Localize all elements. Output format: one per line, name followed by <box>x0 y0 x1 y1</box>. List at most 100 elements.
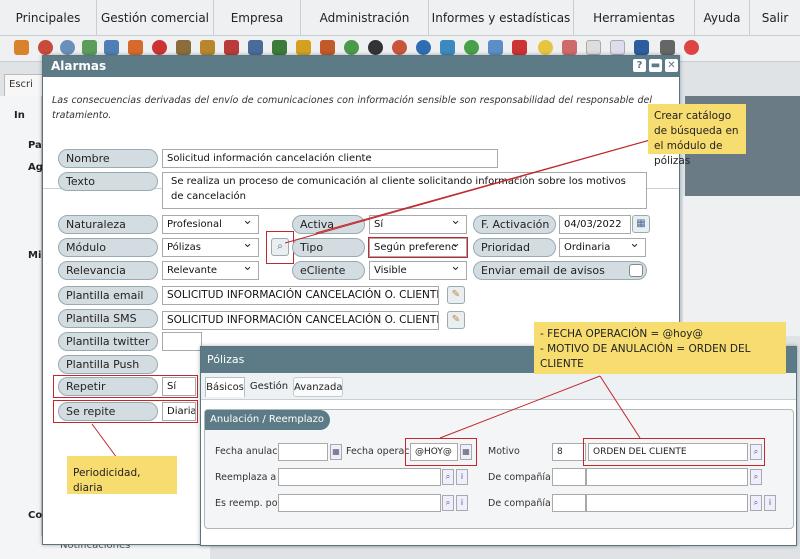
help-icon[interactable]: ? <box>633 59 646 72</box>
toolbar-icon[interactable] <box>224 40 239 55</box>
enviar-email-checkbox[interactable] <box>629 264 643 277</box>
texto-label: Texto <box>58 172 158 191</box>
tab-avanzada[interactable]: Avanzada <box>293 377 343 397</box>
search-icon[interactable]: ⌕ <box>750 495 762 511</box>
toolbar-icon[interactable] <box>128 40 143 55</box>
reemplaza-label: Reemplaza a <box>215 472 277 483</box>
naturaleza-select[interactable]: Profesional <box>162 215 259 234</box>
menu-informes[interactable]: Informes y estadísticas <box>429 0 574 36</box>
toolbar-icon[interactable] <box>14 40 29 55</box>
menu-gestion-comercial[interactable]: Gestión comercial <box>97 0 214 36</box>
toolbar-icon[interactable] <box>586 40 601 55</box>
search-icon[interactable]: ⌕ <box>442 495 454 511</box>
enviar-email-label: Enviar email de avisos <box>473 261 647 280</box>
toolbar-icon[interactable] <box>634 40 649 55</box>
nombre-field[interactable]: Solicitud información cancelación client… <box>162 149 498 168</box>
toolbar-icon[interactable] <box>296 40 311 55</box>
toolbar-icon[interactable] <box>104 40 119 55</box>
menu-principales[interactable]: Principales <box>0 0 97 36</box>
plantilla-email-field[interactable]: SOLICITUD INFORMACIÓN CANCELACIÓN O. CLI… <box>162 286 439 305</box>
toolbar-icon[interactable] <box>562 40 577 55</box>
menu-herramientas[interactable]: Herramientas <box>574 0 695 36</box>
tipo-label: Tipo <box>292 238 365 257</box>
toolbar-icon[interactable] <box>464 40 479 55</box>
menu-salir[interactable]: Salir <box>750 0 800 36</box>
es-reemp-field[interactable] <box>278 494 441 512</box>
menu-administracion[interactable]: Administración <box>301 0 429 36</box>
toolbar-icon[interactable] <box>38 40 53 55</box>
compania-field[interactable] <box>586 468 748 486</box>
callout-periodicidad: Periodicidad, diaria <box>67 456 177 494</box>
toolbar-icon[interactable] <box>660 40 675 55</box>
menu-empresa[interactable]: Empresa <box>214 0 301 36</box>
background-tab[interactable]: Escri <box>4 74 44 96</box>
toolbar-icon[interactable] <box>248 40 263 55</box>
toolbar-icon[interactable] <box>320 40 335 55</box>
toolbar-icon[interactable] <box>440 40 455 55</box>
toolbar-icon[interactable] <box>488 40 503 55</box>
de-compania-label: De compañía <box>488 498 551 509</box>
motivo-field[interactable]: ORDEN DEL CLIENTE <box>588 443 748 461</box>
tab-gestion[interactable]: Gestión <box>249 377 289 397</box>
calendar-icon[interactable]: ▦ <box>330 444 342 460</box>
dialog-title: Alarmas <box>43 56 679 77</box>
info-icon[interactable]: i <box>456 469 468 485</box>
plantilla-twitter-field[interactable] <box>162 332 202 351</box>
background-sidebar: In Pa Ag Mi Co <box>0 96 43 559</box>
se-repite-select[interactable]: Diaria <box>162 402 196 421</box>
disclaimer-text: Las consecuencias derivadas del envío de… <box>52 95 652 121</box>
info-icon[interactable]: i <box>764 495 776 511</box>
toolbar-icon[interactable] <box>684 40 699 55</box>
toolbar-icon[interactable] <box>152 40 167 55</box>
plantilla-push-label: Plantilla Push <box>58 355 158 374</box>
toolbar-icon[interactable] <box>344 40 359 55</box>
toolbar-icon[interactable] <box>610 40 625 55</box>
ecliente-label: eCliente <box>292 261 365 280</box>
sidebar-label: Co <box>28 510 43 521</box>
toolbar-icon[interactable] <box>200 40 215 55</box>
relevancia-select[interactable]: Relevante <box>162 261 259 280</box>
toolbar-icon[interactable] <box>272 40 287 55</box>
factivacion-field[interactable]: 04/03/2022 <box>559 215 631 234</box>
repetir-select[interactable]: Sí <box>162 377 196 396</box>
close-icon[interactable]: ✕ <box>665 59 678 72</box>
menu-ayuda[interactable]: Ayuda <box>695 0 750 36</box>
toolbar-icon[interactable] <box>512 40 527 55</box>
motivo-code-field[interactable]: 8 <box>552 443 586 461</box>
modulo-select[interactable]: Pólizas <box>162 238 259 257</box>
repetir-label: Repetir <box>58 377 158 396</box>
edit-template-icon[interactable]: ✎ <box>447 286 465 304</box>
background-panel <box>683 196 800 336</box>
ecliente-select[interactable]: Visible <box>369 261 467 280</box>
tab-bar: Básicos Gestión Avanzada <box>201 373 796 400</box>
activa-select[interactable]: Sí <box>369 215 467 234</box>
fecha-operacion-field[interactable]: @HOY@ <box>410 443 458 461</box>
prioridad-select[interactable]: Ordinaria <box>559 238 646 257</box>
tab-basicos[interactable]: Básicos <box>205 377 245 397</box>
search-icon[interactable]: ⌕ <box>750 444 762 460</box>
search-icon[interactable]: ⌕ <box>750 469 762 485</box>
toolbar-icon[interactable] <box>60 40 75 55</box>
fecha-anulacion-field[interactable] <box>278 443 328 461</box>
info-icon[interactable]: i <box>456 495 468 511</box>
toolbar-icon[interactable] <box>176 40 191 55</box>
toolbar-icon[interactable] <box>392 40 407 55</box>
calendar-icon[interactable]: ▦ <box>632 215 650 233</box>
toolbar-icon[interactable] <box>368 40 383 55</box>
calendar-icon[interactable]: ▦ <box>460 444 472 460</box>
toolbar-icon[interactable] <box>416 40 431 55</box>
compania-field[interactable] <box>586 494 748 512</box>
search-icon[interactable]: ⌕ <box>442 469 454 485</box>
compania-code-field[interactable] <box>552 468 586 486</box>
toolbar-icon[interactable] <box>82 40 97 55</box>
reemplaza-field[interactable] <box>278 468 441 486</box>
minimize-icon[interactable]: ▬ <box>649 59 662 72</box>
compania-code-field[interactable] <box>552 494 586 512</box>
texto-field[interactable]: Se realiza un proceso de comunicación al… <box>162 172 647 209</box>
edit-template-icon[interactable]: ✎ <box>447 311 465 329</box>
toolbar-icon[interactable] <box>538 40 553 55</box>
de-compania-label: De compañía <box>488 472 551 483</box>
plantilla-sms-field[interactable]: SOLICITUD INFORMACIÓN CANCELACIÓN O. CLI… <box>162 311 439 330</box>
naturaleza-label: Naturaleza <box>58 215 158 234</box>
search-catalog-icon[interactable]: ⌕ <box>271 238 289 256</box>
